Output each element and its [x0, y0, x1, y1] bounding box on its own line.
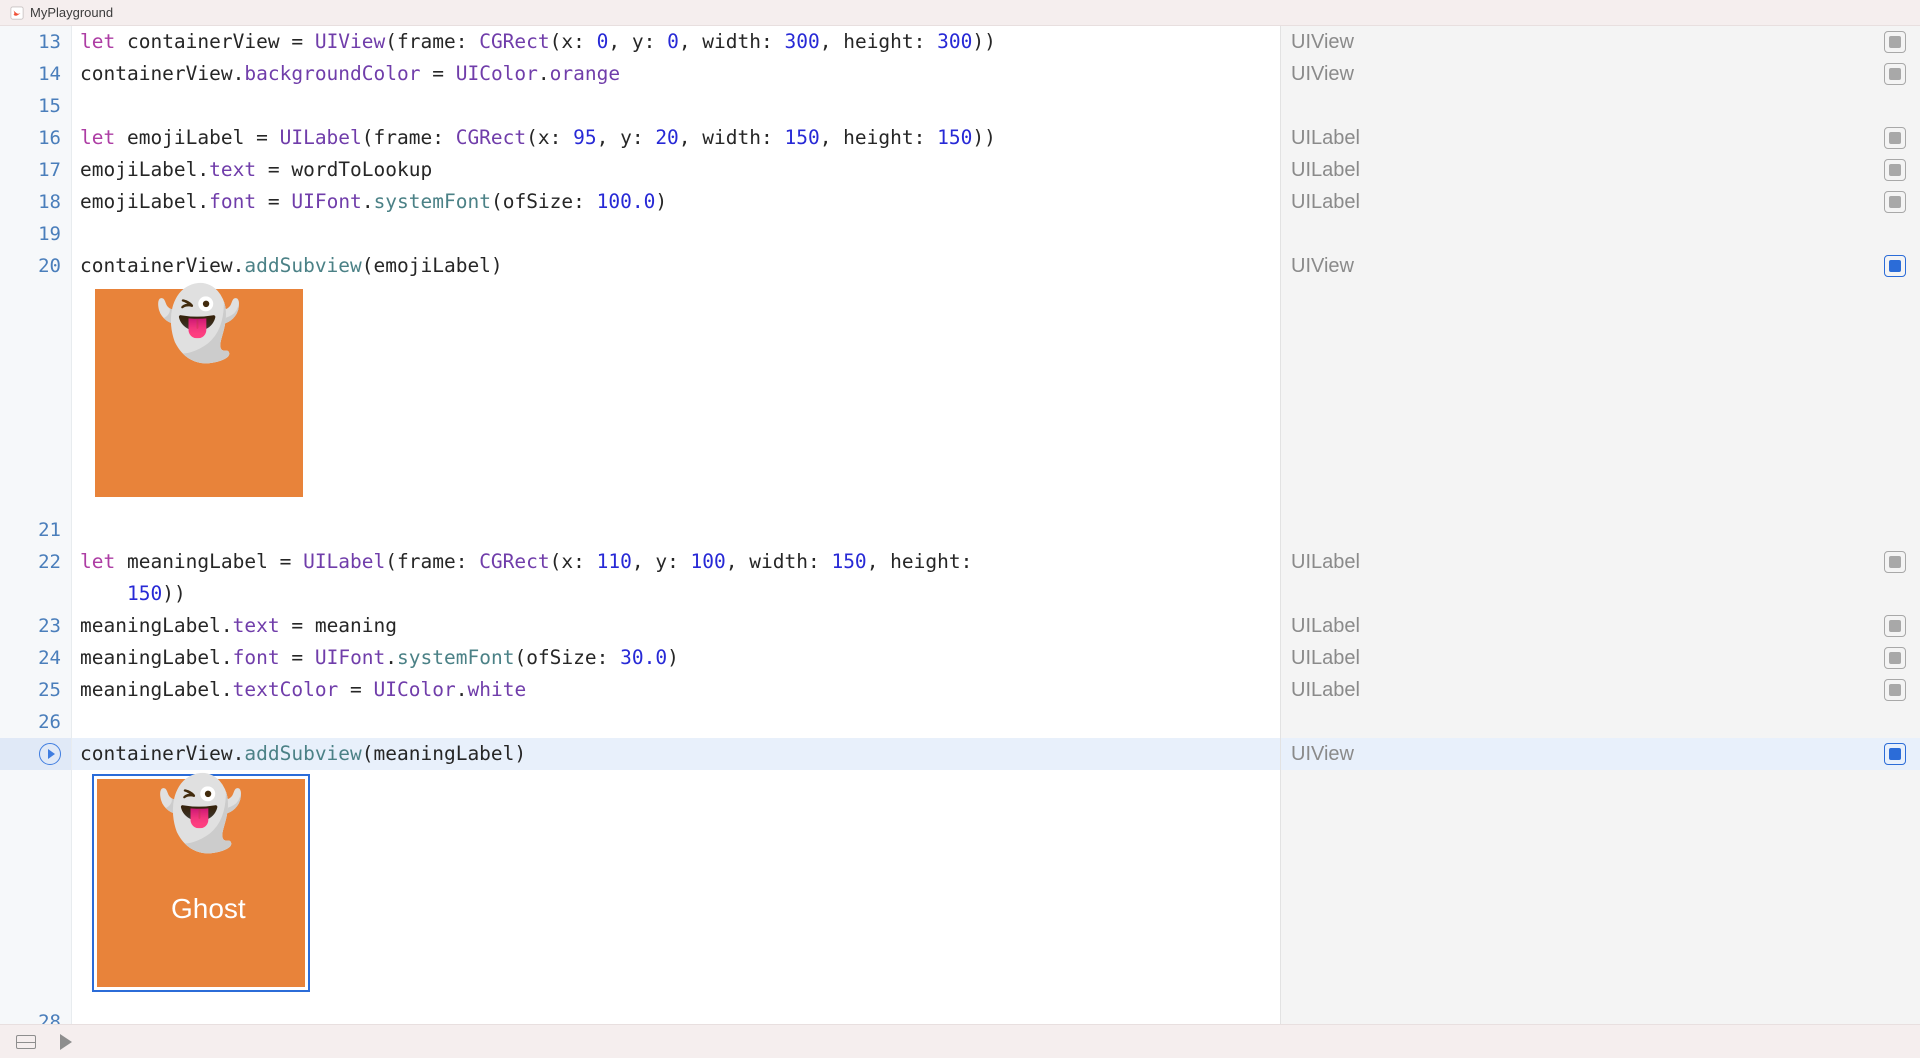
result-sidebar [1280, 706, 1920, 738]
line-number-gutter: 15 [0, 90, 72, 122]
result-type-label: UIView [1291, 58, 1354, 90]
code-content[interactable]: containerView.addSubview(meaningLabel) [72, 738, 1280, 770]
quicklook-button[interactable] [1884, 615, 1906, 637]
code-line[interactable]: 13let containerView = UIView(frame: CGRe… [0, 26, 1920, 58]
result-sidebar: UIView [1280, 738, 1920, 770]
code-content[interactable] [72, 218, 1280, 250]
quicklook-button[interactable] [1884, 255, 1906, 277]
preview-label: Ghost [171, 893, 246, 925]
result-type-label: UIView [1291, 26, 1354, 58]
result-type-label: UILabel [1291, 122, 1360, 154]
result-sidebar: UIView [1280, 58, 1920, 90]
quicklook-button[interactable] [1884, 31, 1906, 53]
code-content[interactable]: containerView.backgroundColor = UIColor.… [72, 58, 1280, 90]
code-line[interactable]: 20containerView.addSubview(emojiLabel) UI… [0, 250, 1920, 282]
window-title: MyPlayground [30, 5, 113, 20]
line-number-gutter: 20 [0, 250, 72, 282]
result-sidebar: UILabel [1280, 154, 1920, 186]
result-type-label: UILabel [1291, 186, 1360, 218]
result-type-label: UILabel [1291, 154, 1360, 186]
inline-result-preview[interactable]: 👻 Ghost [80, 770, 1280, 1006]
quicklook-button[interactable] [1884, 159, 1906, 181]
line-number-gutter: 19 [0, 218, 72, 250]
code-content[interactable] [72, 90, 1280, 122]
code-line[interactable]: 18emojiLabel.font = UIFont.systemFont(of… [0, 186, 1920, 218]
code-line[interactable]: 25meaningLabel.textColor = UIColor.white… [0, 674, 1920, 706]
code-line[interactable]: 16let emojiLabel = UILabel(frame: CGRect… [0, 122, 1920, 154]
code-line[interactable]: 17emojiLabel.text = wordToLookup UILabel [0, 154, 1920, 186]
result-sidebar: UILabel [1280, 546, 1920, 610]
line-number-gutter: 24 [0, 642, 72, 674]
result-type-label: UILabel [1291, 642, 1360, 674]
result-type-label: UILabel [1291, 610, 1360, 642]
ghost-emoji-icon: 👻 [155, 307, 242, 339]
result-sidebar: UILabel [1280, 610, 1920, 642]
result-sidebar: UIView [1280, 26, 1920, 58]
result-type-label: UIView [1291, 738, 1354, 770]
line-number-gutter: 26 [0, 706, 72, 738]
quicklook-button[interactable] [1884, 191, 1906, 213]
code-content[interactable]: let containerView = UIView(frame: CGRect… [72, 26, 1280, 58]
code-line[interactable]: containerView.addSubview(meaningLabel) UI… [0, 738, 1920, 770]
code-line[interactable]: 19 [0, 218, 1920, 250]
quicklook-button[interactable] [1884, 127, 1906, 149]
code-line[interactable]: 22let meaningLabel = UILabel(frame: CGRe… [0, 546, 1920, 610]
code-content[interactable]: meaningLabel.text = meaning [72, 610, 1280, 642]
code-content[interactable]: emojiLabel.text = wordToLookup [72, 154, 1280, 186]
code-line[interactable]: 23meaningLabel.text = meaning UILabel [0, 610, 1920, 642]
code-line[interactable]: 15 [0, 90, 1920, 122]
result-type-label: UILabel [1291, 674, 1360, 706]
line-number-gutter: 28 [0, 1006, 72, 1024]
result-type-label: UIView [1291, 250, 1354, 282]
window-titlebar: MyPlayground [0, 0, 1920, 26]
result-sidebar: UILabel [1280, 674, 1920, 706]
result-type-label: UILabel [1291, 546, 1360, 578]
line-number-gutter: 18 [0, 186, 72, 218]
run-playground-icon[interactable] [60, 1034, 72, 1050]
line-number-gutter [0, 738, 72, 770]
quicklook-button[interactable] [1884, 63, 1906, 85]
debug-bar [0, 1024, 1920, 1058]
code-content[interactable]: emojiLabel.font = UIFont.systemFont(ofSi… [72, 186, 1280, 218]
result-sidebar [1280, 218, 1920, 250]
code-line[interactable]: 28 [0, 1006, 1920, 1024]
line-number-gutter: 17 [0, 154, 72, 186]
line-number-gutter: 13 [0, 26, 72, 58]
code-line[interactable]: 21 [0, 514, 1920, 546]
line-number-gutter: 21 [0, 514, 72, 546]
line-number-gutter: 25 [0, 674, 72, 706]
code-content[interactable] [72, 1006, 1280, 1024]
code-content[interactable]: let emojiLabel = UILabel(frame: CGRect(x… [72, 122, 1280, 154]
code-content[interactable] [72, 514, 1280, 546]
inline-result-preview[interactable]: 👻 [80, 282, 1280, 514]
code-content[interactable]: let meaningLabel = UILabel(frame: CGRect… [72, 546, 1280, 610]
result-sidebar: UILabel [1280, 186, 1920, 218]
quicklook-button[interactable] [1884, 647, 1906, 669]
quicklook-button[interactable] [1884, 679, 1906, 701]
result-sidebar [1280, 514, 1920, 546]
line-number-gutter: 23 [0, 610, 72, 642]
code-content[interactable] [72, 706, 1280, 738]
toggle-debug-panel-icon[interactable] [16, 1035, 36, 1049]
code-content[interactable]: meaningLabel.textColor = UIColor.white [72, 674, 1280, 706]
quicklook-button[interactable] [1884, 551, 1906, 573]
line-number-gutter: 22 [0, 546, 72, 610]
code-editor[interactable]: 13let containerView = UIView(frame: CGRe… [0, 26, 1920, 1024]
quicklook-button[interactable] [1884, 743, 1906, 765]
swift-file-icon [10, 6, 24, 20]
code-line[interactable]: 24meaningLabel.font = UIFont.systemFont(… [0, 642, 1920, 674]
result-sidebar [1280, 90, 1920, 122]
line-number-gutter: 14 [0, 58, 72, 90]
code-line[interactable]: 26 [0, 706, 1920, 738]
code-content[interactable]: meaningLabel.font = UIFont.systemFont(of… [72, 642, 1280, 674]
line-number-gutter: 16 [0, 122, 72, 154]
result-sidebar: UILabel [1280, 122, 1920, 154]
result-sidebar: UIView [1280, 250, 1920, 282]
code-line[interactable]: 14containerView.backgroundColor = UIColo… [0, 58, 1920, 90]
code-content[interactable]: containerView.addSubview(emojiLabel) [72, 250, 1280, 282]
result-sidebar: UILabel [1280, 642, 1920, 674]
ghost-emoji-icon: 👻 [157, 797, 244, 829]
run-line-icon[interactable] [39, 743, 61, 765]
result-sidebar [1280, 1006, 1920, 1024]
